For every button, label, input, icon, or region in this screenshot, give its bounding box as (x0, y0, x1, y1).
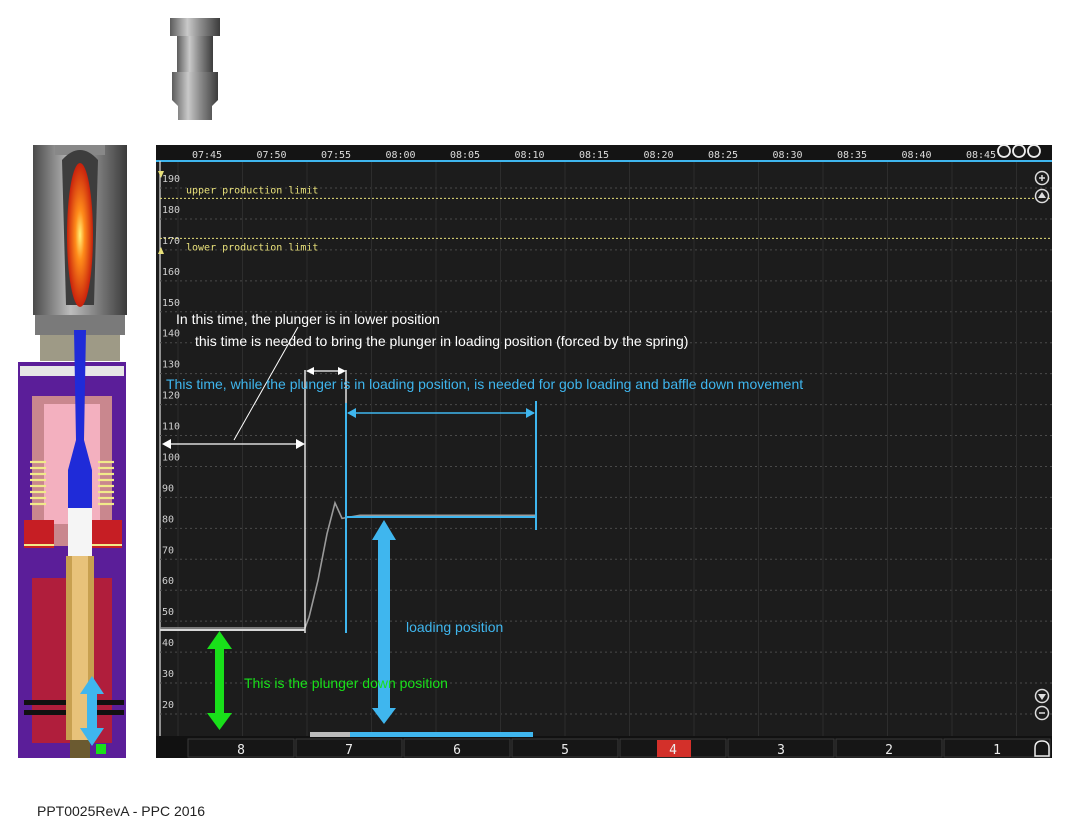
y-tick-label: 110 (162, 422, 180, 433)
y-tick-label: 50 (162, 607, 174, 618)
down-position-label: This is the plunger down position (244, 675, 448, 691)
footer-text: PPT0025RevA - PPC 2016 (37, 803, 206, 819)
y-tick-label: 60 (162, 576, 174, 587)
y-tick-label: 80 (162, 514, 174, 525)
y-tick-label: 150 (162, 298, 180, 309)
section-label: 4 (669, 743, 677, 758)
plunger-part-image (170, 18, 220, 120)
y-tick-label: 160 (162, 267, 180, 278)
lower-position-annotation: In this time, the plunger is in lower po… (176, 311, 440, 327)
time-axis-label: 07:45 (192, 150, 222, 161)
time-axis-label: 07:55 (321, 150, 351, 161)
section-label: 1 (993, 743, 1001, 758)
time-axis-label: 08:30 (772, 150, 802, 161)
y-tick-label: 140 (162, 329, 180, 340)
y-tick-label: 170 (162, 236, 180, 247)
zoom-in-icon[interactable] (1034, 170, 1050, 186)
section-label: 6 (453, 743, 461, 758)
bring-loading-annotation: this time is needed to bring the plunger… (195, 333, 688, 349)
scroll-down-icon[interactable] (1034, 688, 1050, 704)
y-tick-label: 90 (162, 483, 174, 494)
lower-limit-label: lower production limit (186, 242, 318, 253)
time-axis-label: 08:15 (579, 150, 609, 161)
section-label: 5 (561, 743, 569, 758)
loading-position-label: loading position (406, 619, 503, 635)
time-axis-label: 08:40 (901, 150, 931, 161)
y-tick-label: 130 (162, 360, 180, 371)
y-tick-label: 20 (162, 700, 174, 711)
time-axis-label: 08:05 (450, 150, 480, 161)
section-label: 8 (237, 743, 245, 758)
section-label: 7 (345, 743, 353, 758)
plunger-position-chart: 1901801701601501401301201101009080706050… (156, 144, 1052, 758)
y-tick-label: 40 (162, 638, 174, 649)
time-axis-label: 08:20 (643, 150, 673, 161)
time-axis-label: 08:35 (837, 150, 867, 161)
time-axis-label: 08:45 (966, 150, 996, 161)
chart-background (156, 145, 1052, 758)
section-label: 3 (777, 743, 785, 758)
y-tick-label: 120 (162, 391, 180, 402)
section-label: 2 (885, 743, 893, 758)
y-tick-label: 30 (162, 669, 174, 680)
toolbar-icons[interactable] (997, 144, 1041, 158)
time-axis-label: 08:25 (708, 150, 738, 161)
time-axis-label: 08:00 (385, 150, 415, 161)
y-tick-label: 100 (162, 452, 180, 463)
scroll-up-icon[interactable] (1034, 188, 1050, 204)
y-tick-label: 190 (162, 174, 180, 185)
y-tick-label: 70 (162, 545, 174, 556)
time-axis-label: 08:10 (514, 150, 544, 161)
gob-loading-annotation: This time, while the plunger is in loadi… (166, 376, 803, 392)
time-axis-label: 07:50 (256, 150, 286, 161)
y-tick-label: 180 (162, 205, 180, 216)
upper-limit-label: upper production limit (186, 185, 318, 196)
plunger-mechanism-cross-section (18, 145, 127, 758)
zoom-out-icon[interactable] (1034, 705, 1050, 721)
